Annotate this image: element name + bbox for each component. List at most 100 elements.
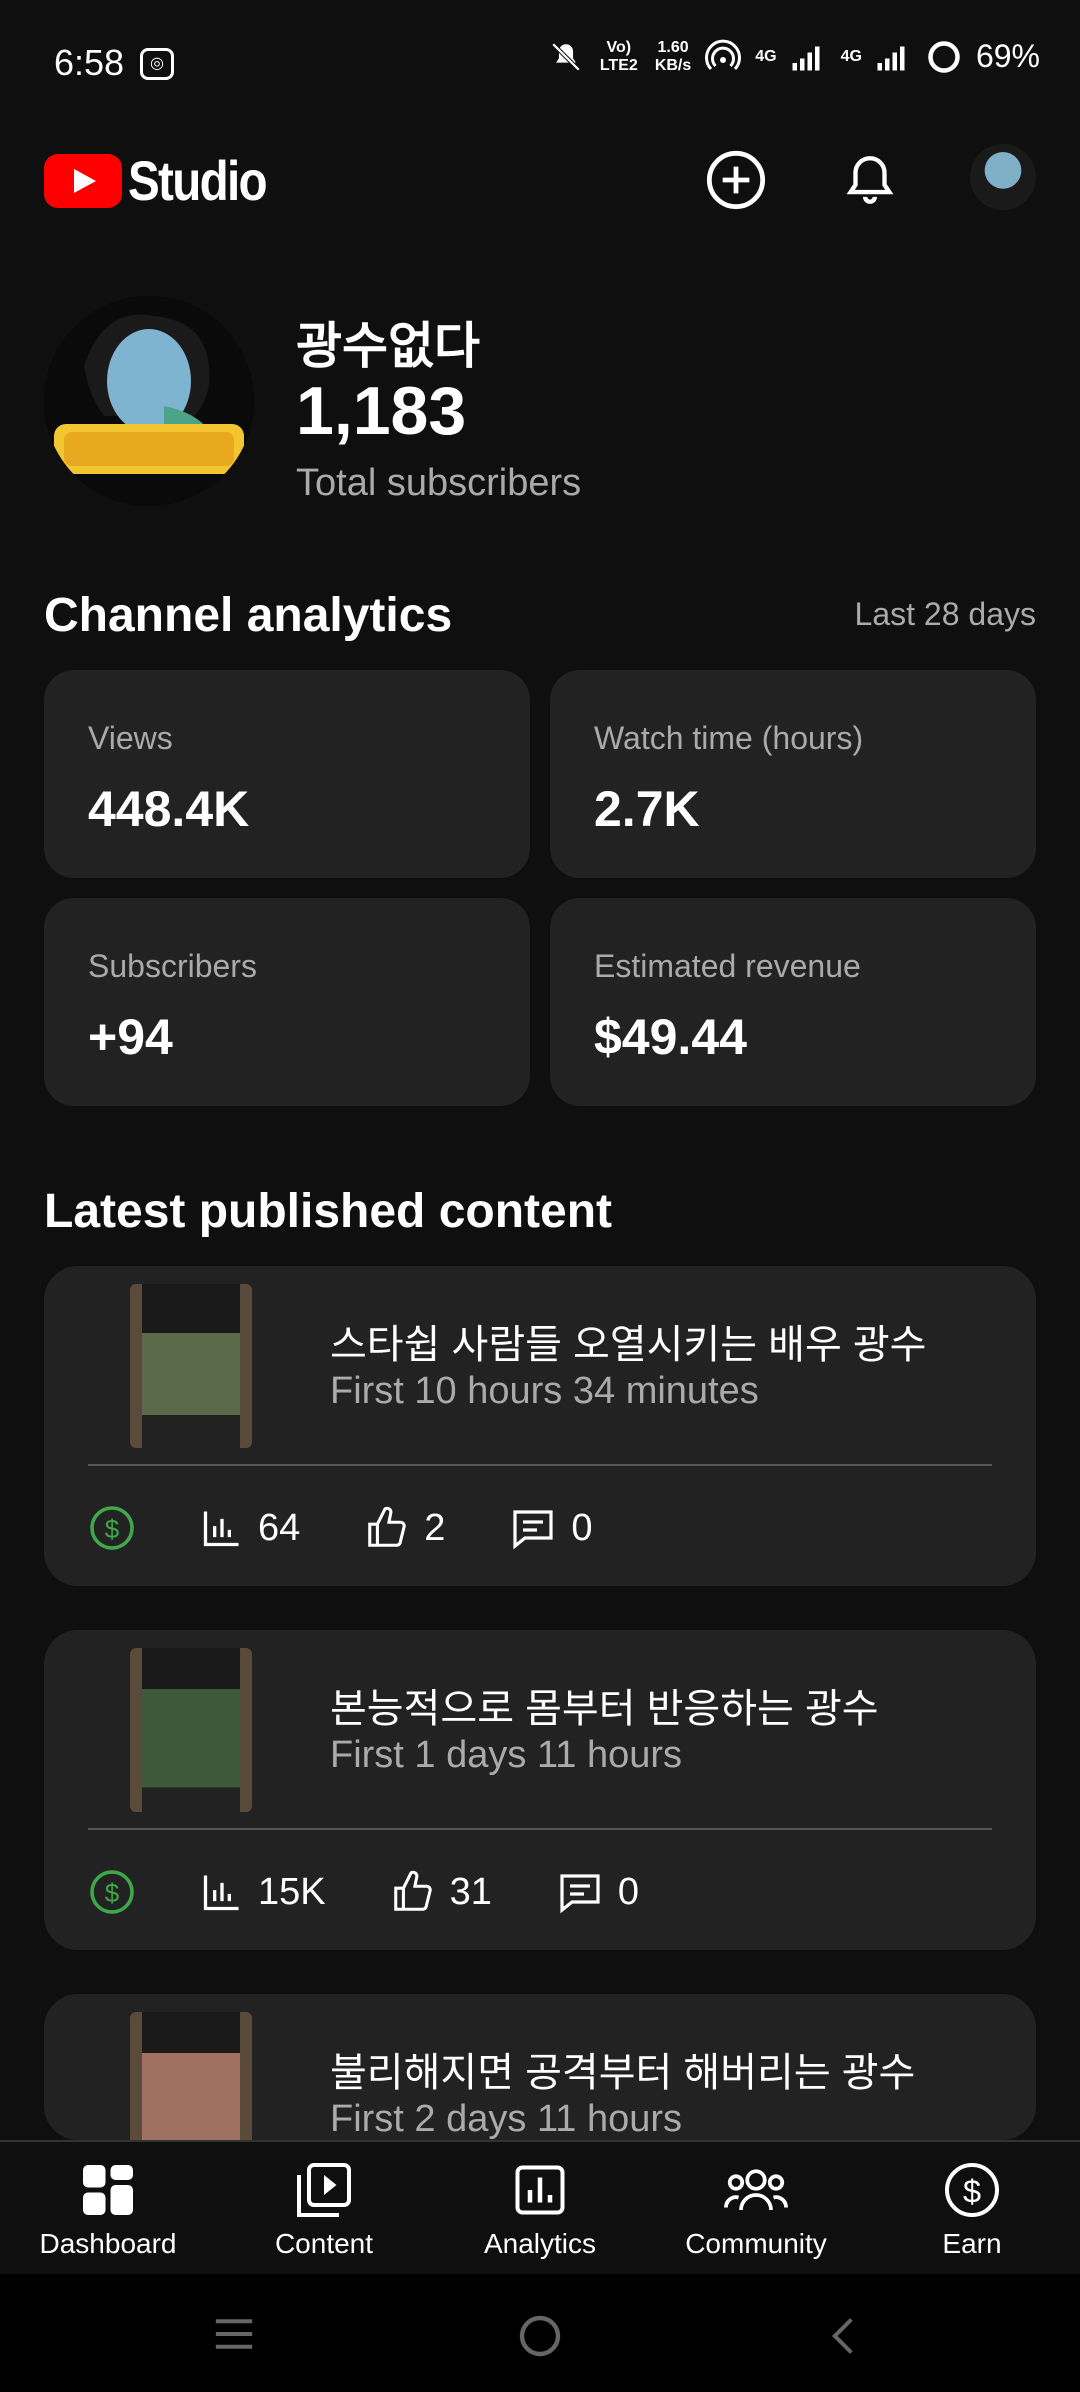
logo-text: Studio — [128, 149, 268, 212]
channel-name: 광수없다 — [296, 318, 480, 374]
channel-avatar-image — [44, 296, 254, 506]
mute-icon — [551, 42, 581, 71]
video-thumbnail — [130, 2012, 252, 2140]
comment-icon — [560, 1874, 600, 1914]
account-avatar[interactable] — [970, 144, 1036, 210]
network-label: Vo) LTE2 — [599, 38, 638, 74]
card-value: 448.4K — [88, 781, 250, 837]
back-icon[interactable] — [822, 2312, 866, 2360]
revenue-card[interactable]: Estimated revenue $49.44 — [550, 898, 1036, 1106]
comments-count: 0 — [571, 1506, 593, 1549]
bar-chart-icon — [203, 1875, 239, 1911]
views-stat: 64 — [200, 1506, 300, 1550]
monetized-icon: $ — [90, 1870, 134, 1914]
card-label: Views — [88, 720, 173, 756]
card-value: $49.44 — [594, 1009, 747, 1065]
home-icon[interactable] — [516, 2312, 564, 2360]
monetized-icon: $ — [90, 1506, 134, 1550]
bell-icon — [846, 156, 894, 204]
earn-icon: $ — [945, 2163, 999, 2217]
dashboard-icon — [83, 2165, 133, 2215]
status-indicators: Vo) LTE2 1.60 KB/s 4G 4G 69% — [549, 38, 1040, 75]
channel-summary: 광수없다 1,183 Total subscribers — [44, 296, 1036, 510]
battery-icon — [928, 40, 960, 73]
subscribers-card[interactable]: Subscribers +94 — [44, 898, 530, 1106]
likes-stat: 31 — [390, 1869, 492, 1915]
content-item[interactable]: 본능적으로 몸부터 반응하는 광수 First 1 days 11 hours … — [44, 1630, 1036, 1950]
signal-2-icon — [877, 46, 905, 70]
hotspot-notification-icon: ◎ — [140, 48, 174, 80]
nav-label: Content — [274, 2228, 374, 2259]
recent-apps-icon[interactable] — [212, 2314, 256, 2354]
nav-dashboard[interactable]: Dashboard — [0, 2142, 216, 2274]
monetization-status: $ — [88, 1504, 136, 1552]
video-period: First 2 days 11 hours — [330, 2098, 683, 2140]
comments-stat: 0 — [509, 1504, 593, 1552]
create-button[interactable] — [700, 144, 772, 216]
signal-1-label: 4G — [755, 47, 777, 65]
video-period: First 1 days 11 hours — [330, 1734, 683, 1776]
signal-2-label: 4G — [840, 47, 862, 65]
thumbs-up-icon — [393, 1870, 432, 1911]
system-nav-bar — [0, 2274, 1080, 2392]
views-stat: 15K — [200, 1870, 326, 1914]
views-card[interactable]: Views 448.4K — [44, 670, 530, 878]
nav-label: Community — [685, 2228, 827, 2259]
latest-content-title: Latest published content — [44, 1185, 613, 1238]
thumbs-up-icon — [368, 1506, 407, 1547]
content-item[interactable]: 스타쉽 사람들 오열시키는 배우 광수 First 10 hours 34 mi… — [44, 1266, 1036, 1586]
nav-content[interactable]: Content — [216, 2142, 432, 2274]
likes-stat: 2 — [364, 1505, 445, 1551]
card-label: Watch time (hours) — [594, 720, 864, 756]
speed-value: 1.60 — [657, 38, 689, 56]
signal-1-icon — [792, 46, 820, 70]
subscriber-count: 1,183 — [296, 373, 467, 449]
notifications-button[interactable] — [834, 144, 906, 216]
views-count: 15K — [258, 1870, 326, 1913]
wifi-hotspot-icon — [705, 39, 742, 70]
analytics-period[interactable]: Last 28 days — [855, 596, 1036, 633]
content-item[interactable]: 불리해지면 공격부터 해버리는 광수 First 2 days 11 hours — [44, 1994, 1036, 2140]
nav-community[interactable]: Community — [648, 2142, 864, 2274]
video-period: First 10 hours 34 minutes — [330, 1370, 759, 1412]
analytics-title: Channel analytics — [44, 589, 453, 642]
nav-analytics[interactable]: Analytics — [432, 2142, 648, 2274]
content-icon — [297, 2163, 351, 2217]
comments-count: 0 — [617, 1870, 640, 1913]
svg-text:$: $ — [105, 1514, 120, 1544]
nav-label: Analytics — [483, 2228, 597, 2259]
divider — [88, 1828, 992, 1830]
bottom-nav: Dashboard Content Analytics Community $ … — [0, 2140, 1080, 2274]
channel-avatar — [44, 296, 254, 506]
nav-label: Earn — [942, 2228, 1002, 2259]
nav-earn[interactable]: $ Earn — [864, 2142, 1080, 2274]
card-label: Estimated revenue — [594, 948, 861, 984]
likes-count: 31 — [449, 1870, 492, 1913]
battery-level: 69% — [975, 38, 1040, 74]
watch-time-card[interactable]: Watch time (hours) 2.7K — [550, 670, 1036, 878]
card-value: +94 — [88, 1009, 173, 1065]
svg-text:$: $ — [105, 1878, 120, 1908]
comments-stat: 0 — [556, 1868, 639, 1916]
status-bar: 6:58 ◎ Vo) LTE2 1.60 KB/s 4G 4G 69% — [0, 0, 1080, 130]
network-speed: 1.60 KB/s — [655, 39, 691, 75]
video-thumbnail — [130, 1648, 252, 1812]
studio-logo[interactable]: Studio — [44, 148, 290, 213]
app-header: Studio — [0, 130, 1080, 230]
video-stats: $ 64 2 0 — [88, 1498, 657, 1558]
video-title: 불리해지면 공격부터 해버리는 광수 — [330, 2051, 916, 2095]
analytics-icon — [515, 2165, 565, 2215]
video-title: 스타쉽 사람들 오열시키는 배우 광수 — [330, 1323, 927, 1367]
monetization-status: $ — [88, 1868, 136, 1916]
video-stats: $ 15K 31 0 — [88, 1862, 703, 1922]
nav-label: Dashboard — [39, 2228, 177, 2259]
subscriber-label: Total subscribers — [296, 462, 582, 504]
status-time: 6:58 — [54, 42, 125, 83]
speed-unit: KB/s — [654, 56, 692, 74]
bar-chart-icon — [203, 1511, 239, 1547]
add-circle-icon — [706, 150, 766, 210]
video-title: 본능적으로 몸부터 반응하는 광수 — [330, 1687, 879, 1731]
likes-count: 2 — [424, 1506, 446, 1549]
community-icon — [724, 2169, 788, 2211]
views-count: 64 — [258, 1506, 301, 1549]
